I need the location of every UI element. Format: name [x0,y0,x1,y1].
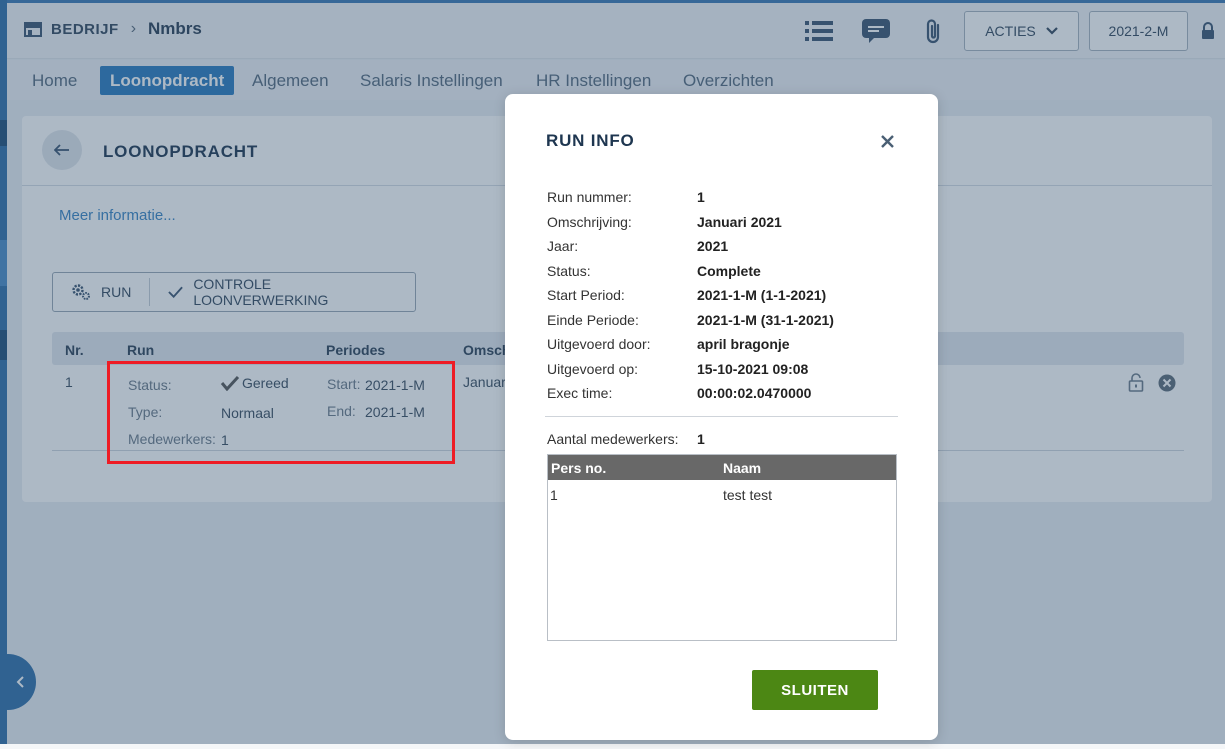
info-row-run-nummer: Run nummer: 1 [547,189,907,214]
info-label: Status: [547,262,591,279]
highlight-annotation [107,361,455,464]
info-label: Uitgevoerd op: [547,360,639,377]
info-label: Exec time: [547,385,613,401]
info-label: Run nummer: [547,189,632,205]
info-value: 1 [697,189,705,205]
info-value: Complete [697,262,761,279]
info-label: Start Period: [547,287,625,303]
info-row-uitgevoerd-door: Uitgevoerd door: april bragonje [547,336,907,361]
naam-cell: test test [723,487,773,503]
info-row-einde-periode: Einde Periode: 2021-1-M (31-1-2021) [547,312,907,337]
info-row-start-period: Start Period: 2021-1-M (1-1-2021) [547,287,907,312]
employees-table: Pers no. Naam 1 test test [547,454,897,641]
info-row-omschrijving: Omschrijving: Januari 2021 [547,214,907,239]
info-value: 2021-1-M (1-1-2021) [697,287,827,303]
info-value: 2021-1-M (31-1-2021) [697,311,834,328]
divider [545,416,898,417]
info-label: Uitgevoerd door: [547,336,651,352]
info-row-jaar: Jaar: 2021 [547,238,907,263]
info-label: Omschrijving: [547,213,632,230]
bottom-bar [0,744,1225,749]
sluiten-button[interactable]: SLUITEN [752,670,878,710]
aantal-label: Aantal medewerkers: [547,431,679,447]
info-label: Einde Periode: [547,311,639,328]
info-row-uitgevoerd-op: Uitgevoerd op: 15-10-2021 09:08 [547,361,907,386]
info-value: 15-10-2021 09:08 [697,360,809,377]
info-label: Jaar: [547,238,579,254]
info-value: 00:00:02.0470000 [697,385,812,401]
employees-table-header: Pers no. Naam [548,455,896,480]
aantal-medewerkers: Aantal medewerkers: 1 [547,431,705,447]
aantal-value: 1 [697,431,705,447]
dialog-title: RUN INFO [546,131,635,150]
info-row-status: Status: Complete [547,263,907,288]
info-value: Januari 2021 [697,213,782,230]
info-value: april bragonje [697,336,790,352]
table-row[interactable]: 1 test test [548,482,896,506]
pers-no-cell: 1 [550,487,558,503]
run-info-dialog: RUN INFO Run nummer: 1 Omschrijving: Jan… [505,94,938,740]
info-value: 2021 [697,238,729,254]
info-row-exec-time: Exec time: 00:00:02.0470000 [547,385,907,410]
column-header-naam: Naam [723,460,762,476]
close-icon[interactable] [876,130,898,152]
run-info-fields: Run nummer: 1 Omschrijving: Januari 2021… [547,189,907,410]
column-header-pers-no: Pers no. [551,460,607,476]
